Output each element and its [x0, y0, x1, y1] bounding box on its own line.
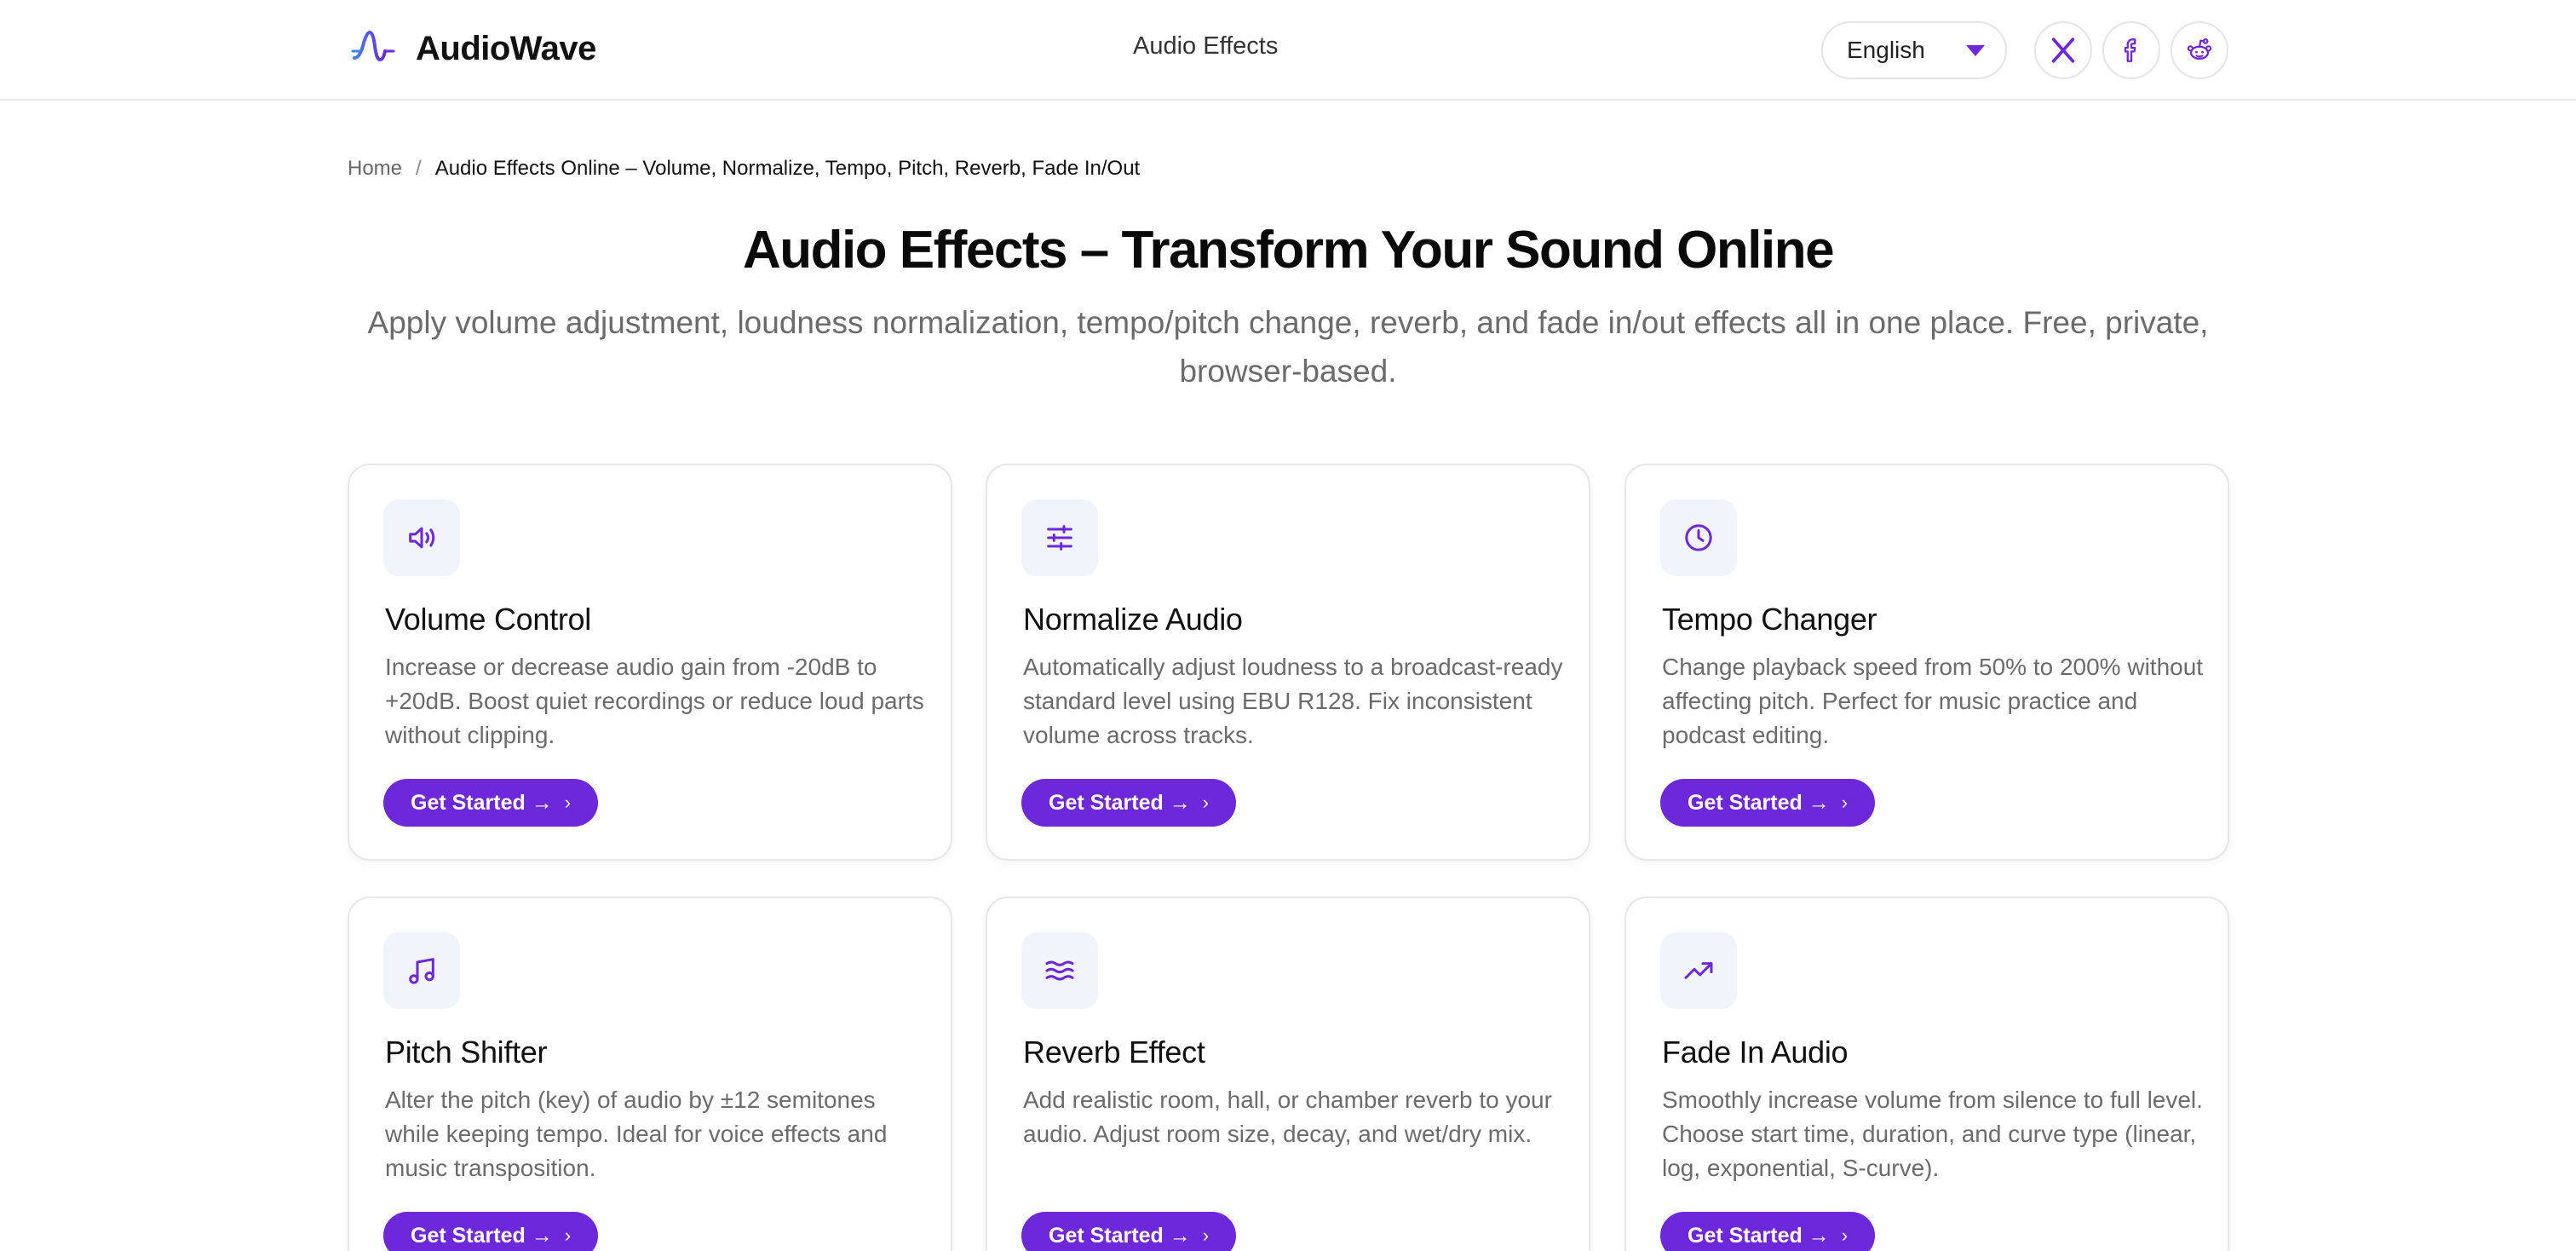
- x-social-button[interactable]: [2034, 21, 2092, 79]
- card-title: Tempo Changer: [1662, 602, 1877, 637]
- reddit-social-button[interactable]: [2171, 21, 2228, 79]
- breadcrumb-separator: /: [416, 157, 422, 180]
- card-title: Reverb Effect: [1023, 1035, 1205, 1069]
- brand-logo-link[interactable]: AudioWave: [351, 26, 596, 72]
- button-label: Get Started →: [1688, 1223, 1830, 1248]
- button-label: Get Started →: [411, 790, 553, 815]
- get-started-normalize-button[interactable]: Get Started → ›: [1021, 779, 1237, 827]
- language-select[interactable]: English: [1821, 21, 2007, 79]
- chevron-right-icon: ›: [1841, 792, 1849, 813]
- chevron-right-icon: ›: [564, 792, 572, 813]
- card-icon-box: [383, 499, 460, 576]
- card-icon-box: [1660, 932, 1737, 1009]
- audiowave-logo-icon: [351, 30, 395, 62]
- nav-audio-effects[interactable]: Audio Effects: [1133, 32, 1278, 61]
- speaker-icon: [409, 527, 435, 549]
- card-description: Change playback speed from 50% to 200% w…: [1662, 654, 2204, 748]
- card-description: Add realistic room, hall, or chamber rev…: [1023, 1087, 1552, 1147]
- breadcrumb: Home / Audio Effects Online – Volume, No…: [348, 157, 1140, 181]
- brand-name: AudioWave: [416, 29, 596, 67]
- card-icon-box: [1021, 499, 1098, 576]
- card-description: Increase or decrease audio gain from -20…: [385, 654, 924, 748]
- button-label: Get Started →: [1049, 1223, 1191, 1248]
- effect-card-normalize-audio: Normalize Audio Automatically adjust lou…: [986, 464, 1590, 861]
- card-title: Fade In Audio: [1662, 1035, 1849, 1069]
- page-title: Audio Effects – Transform Your Sound Onl…: [742, 221, 1835, 280]
- breadcrumb-home-link[interactable]: Home: [348, 157, 402, 181]
- get-started-volume-button[interactable]: Get Started → ›: [383, 779, 599, 827]
- facebook-icon: [2124, 38, 2136, 62]
- reddit-icon: [2187, 37, 2212, 61]
- page-subtitle: Apply volume adjustment, loudness normal…: [367, 305, 2209, 389]
- trending-up-icon: [1684, 962, 1713, 979]
- button-label: Get Started →: [411, 1223, 553, 1248]
- effect-card-pitch-shifter: Pitch Shifter Alter the pitch (key) of a…: [348, 896, 952, 1251]
- x-icon: [2051, 37, 2075, 63]
- facebook-social-button[interactable]: [2102, 21, 2160, 79]
- card-description: Smoothly increase volume from silence to…: [1662, 1087, 2203, 1181]
- card-icon-box: [1021, 932, 1098, 1009]
- music-note-icon: [409, 958, 434, 984]
- get-started-tempo-button[interactable]: Get Started → ›: [1660, 779, 1876, 827]
- effect-card-tempo-changer: Tempo Changer Change playback speed from…: [1624, 464, 2229, 861]
- get-started-fade-in-button[interactable]: Get Started → ›: [1660, 1212, 1876, 1251]
- chevron-right-icon: ›: [1841, 1225, 1849, 1246]
- chevron-right-icon: ›: [1202, 792, 1210, 813]
- card-title: Volume Control: [385, 602, 591, 637]
- chevron-right-icon: ›: [564, 1225, 572, 1246]
- effect-card-fade-in-audio: Fade In Audio Smoothly increase volume f…: [1624, 896, 2229, 1251]
- card-title: Pitch Shifter: [385, 1035, 548, 1069]
- card-title: Normalize Audio: [1023, 602, 1243, 637]
- button-label: Get Started →: [1688, 790, 1830, 815]
- card-description: Automatically adjust loudness to a broad…: [1023, 654, 1563, 748]
- card-icon-box: [1660, 499, 1737, 576]
- caret-down-icon: [1966, 45, 1985, 56]
- sliders-icon: [1047, 525, 1072, 551]
- get-started-pitch-button[interactable]: Get Started → ›: [383, 1212, 599, 1251]
- language-select-value: English: [1847, 37, 1925, 63]
- card-description: Alter the pitch (key) of audio by ±12 se…: [385, 1087, 888, 1181]
- card-icon-box: [383, 932, 460, 1009]
- effect-card-volume-control: Volume Control Increase or decrease audi…: [348, 464, 952, 861]
- button-label: Get Started →: [1049, 790, 1191, 815]
- effect-card-reverb-effect: Reverb Effect Add realistic room, hall, …: [986, 896, 1590, 1251]
- site-header: AudioWave Audio Effects English: [0, 0, 2576, 101]
- get-started-reverb-button[interactable]: Get Started → ›: [1021, 1212, 1237, 1251]
- breadcrumb-current: Audio Effects Online – Volume, Normalize…: [434, 157, 1141, 180]
- waves-icon: [1045, 960, 1074, 981]
- clock-icon: [1685, 524, 1712, 551]
- chevron-right-icon: ›: [1202, 1225, 1210, 1246]
